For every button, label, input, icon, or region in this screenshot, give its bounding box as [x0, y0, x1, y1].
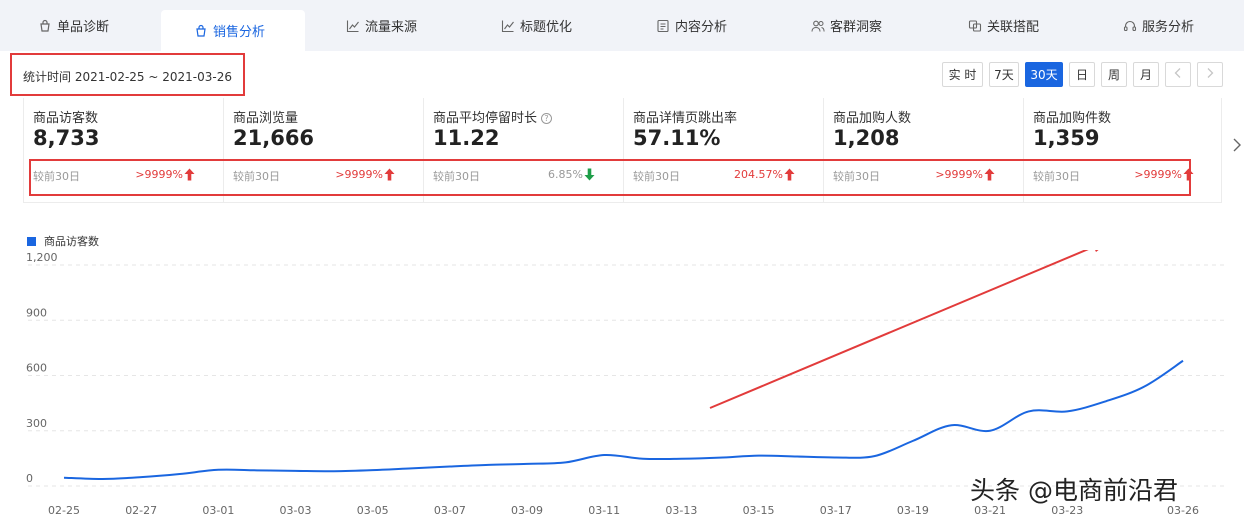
tab-service-analysis[interactable]: 服务分析: [1123, 0, 1194, 51]
chevron-right-icon[interactable]: [1230, 134, 1244, 156]
watermark: 头条 @电商前沿君: [970, 476, 1178, 505]
visitor-series-line: [63, 359, 1184, 481]
trend-icon: [501, 19, 515, 33]
metric-value: 57.11%: [633, 126, 721, 150]
tab-label: 销售分析: [213, 25, 266, 40]
x-tick-label: 03-17: [820, 504, 852, 517]
x-tick-label: 03-11: [588, 504, 620, 517]
metric-value: 1,359: [1033, 126, 1100, 150]
chevron-right-icon: [1205, 67, 1215, 82]
tab-content-analysis[interactable]: 内容分析: [656, 0, 727, 51]
30day-button[interactable]: 30天: [1025, 62, 1063, 87]
tab-bar: 单品诊断 销售分析 流量来源 标题优化 内容分析 客群洞察 关联搭配 服务分析: [0, 0, 1244, 51]
x-tick-label: 03-13: [665, 504, 697, 517]
x-tick-label: 03-19: [897, 504, 929, 517]
chevron-left-icon: [1173, 67, 1183, 82]
stat-time-label: 统计时间 2021-02-25 ~ 2021-03-26: [23, 70, 232, 84]
x-tick-label: 03-03: [280, 504, 312, 517]
y-tick-label: 1,200: [26, 251, 58, 264]
tab-label: 流量来源: [365, 20, 418, 35]
y-tick-label: 600: [26, 362, 47, 375]
trend-icon: [346, 19, 360, 33]
bag-icon: [194, 24, 208, 38]
annotation-arrow-head: [1095, 250, 1099, 252]
tab-traffic-source[interactable]: 流量来源: [346, 0, 417, 51]
x-tick-label: 03-01: [202, 504, 234, 517]
tab-sales-analysis[interactable]: 销售分析: [161, 10, 305, 51]
document-icon: [656, 19, 670, 33]
metric-name: 商品访客数: [33, 111, 99, 126]
tab-related-match[interactable]: 关联搭配: [968, 0, 1039, 51]
x-tick-label: 02-27: [125, 504, 157, 517]
realtime-button[interactable]: 实 时: [942, 62, 983, 87]
legend-swatch: [27, 236, 36, 246]
tab-audience-insight[interactable]: 客群洞察: [811, 0, 882, 51]
y-tick-label: 0: [26, 472, 33, 485]
metric-name: 商品加购人数: [833, 111, 912, 126]
people-icon: [811, 19, 825, 33]
metric-value: 21,666: [233, 126, 315, 150]
next-period-button[interactable]: [1197, 62, 1223, 87]
prev-period-button[interactable]: [1165, 62, 1191, 87]
tab-label: 单品诊断: [57, 20, 110, 35]
tab-product-diagnosis[interactable]: 单品诊断: [38, 0, 109, 51]
day-button[interactable]: 日: [1069, 62, 1095, 87]
metric-value: 1,208: [833, 126, 900, 150]
tab-label: 服务分析: [1142, 20, 1195, 35]
tab-label: 内容分析: [675, 20, 728, 35]
metric-value: 11.22: [433, 126, 500, 150]
legend-label: 商品访客数: [44, 235, 99, 248]
metric-value: 8,733: [33, 126, 100, 150]
x-tick-label: 03-07: [434, 504, 466, 517]
y-tick-label: 900: [26, 306, 47, 319]
x-tick-label: 02-25: [48, 504, 80, 517]
metric-name: 商品加购件数: [1033, 111, 1112, 126]
7day-button[interactable]: 7天: [989, 62, 1019, 87]
metric-name: 商品详情页跳出率: [633, 111, 738, 126]
tab-title-optimize[interactable]: 标题优化: [501, 0, 572, 51]
link-icon: [968, 19, 982, 33]
compare-highlight-box: [29, 159, 1191, 196]
chart-legend[interactable]: 商品访客数: [27, 233, 99, 249]
month-button[interactable]: 月: [1133, 62, 1159, 87]
x-tick-label: 03-15: [743, 504, 775, 517]
metric-name-text: 商品平均停留时长: [433, 111, 538, 126]
metric-name: 商品平均停留时长?: [433, 107, 553, 126]
tab-label: 标题优化: [520, 20, 573, 35]
y-tick-label: 300: [26, 417, 47, 430]
annotation-arrow-line: [709, 250, 1089, 409]
x-tick-label: 03-05: [357, 504, 389, 517]
tab-label: 客群洞察: [830, 20, 883, 35]
week-button[interactable]: 周: [1101, 62, 1127, 87]
metric-name: 商品浏览量: [233, 111, 299, 126]
headset-icon: [1123, 19, 1137, 33]
time-range-buttons: 实 时 7天 30天 日 周 月: [942, 62, 1223, 87]
help-icon[interactable]: ?: [541, 113, 553, 124]
bag-icon: [38, 19, 52, 33]
tab-label: 关联搭配: [987, 20, 1040, 35]
x-tick-label: 03-09: [511, 504, 543, 517]
